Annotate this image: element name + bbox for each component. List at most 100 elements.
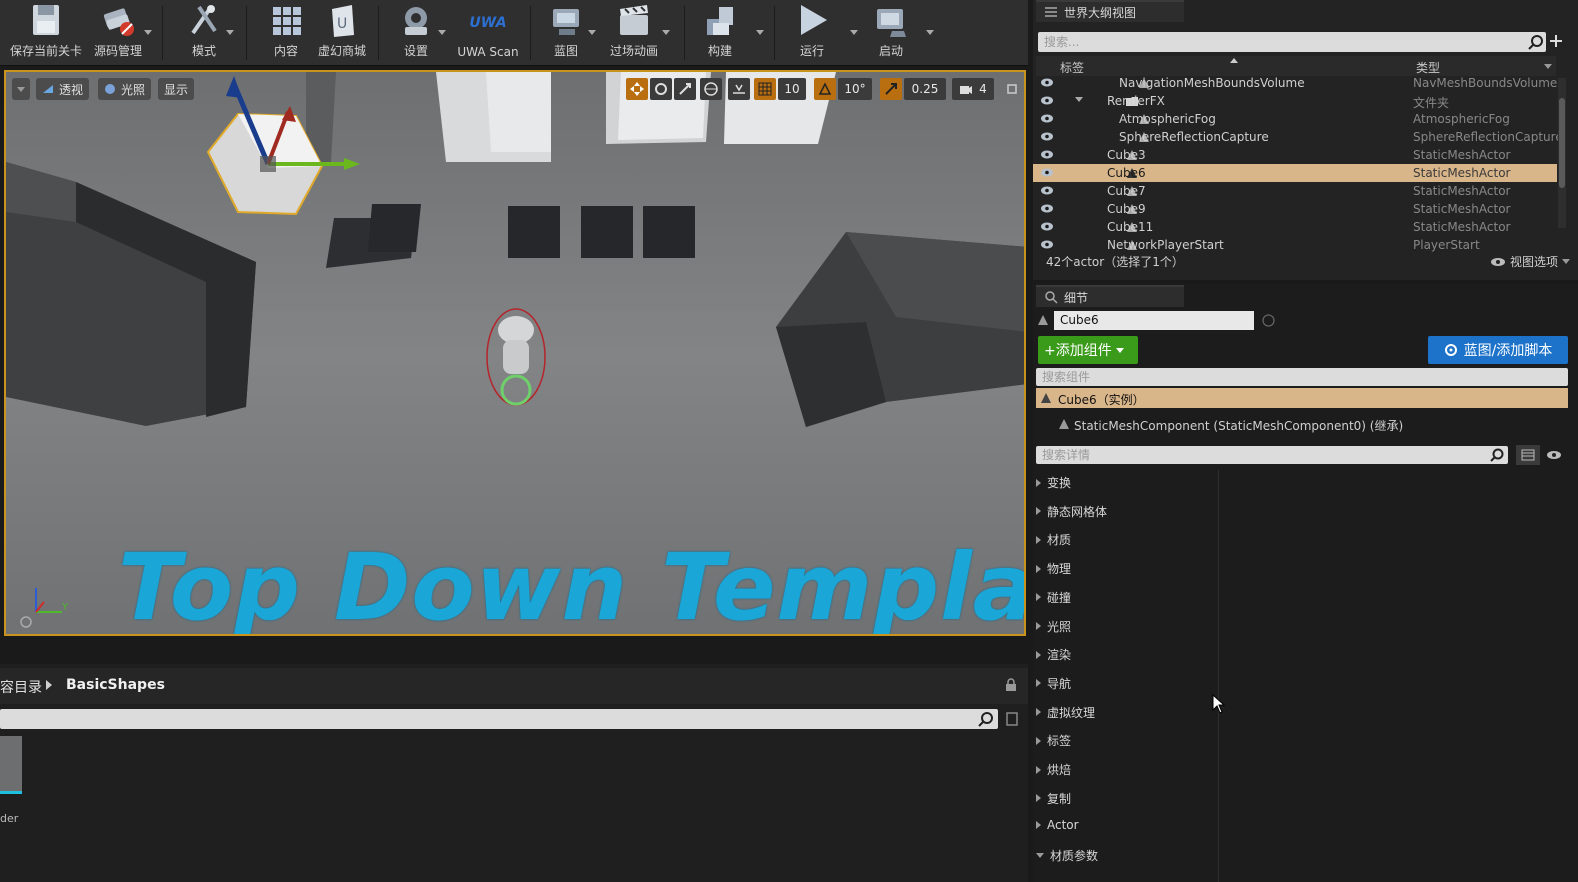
add-component-button[interactable]: +添加组件: [1038, 336, 1138, 364]
visibility-eye-icon[interactable]: [1040, 149, 1054, 160]
outliner-row[interactable]: Cube6 StaticMeshActor: [1033, 164, 1557, 182]
details-category[interactable]: 复制: [1036, 790, 1071, 807]
visibility-eye-icon[interactable]: [1040, 95, 1054, 106]
rotate-tool-button[interactable]: [650, 78, 672, 100]
marketplace-button[interactable]: U 虚幻商城: [312, 2, 372, 64]
details-category[interactable]: 渲染: [1036, 646, 1071, 663]
camera-speed-button[interactable]: 4: [952, 78, 994, 100]
visibility-eye-icon[interactable]: [1040, 167, 1054, 178]
save-level-button[interactable]: 保存当前关卡: [8, 2, 84, 64]
cinematics-button[interactable]: 过场动画: [606, 2, 662, 64]
visibility-eye-icon[interactable]: [1040, 239, 1054, 250]
expand-arrow-icon[interactable]: [1075, 97, 1083, 102]
view-options-button[interactable]: 视图选项: [1490, 253, 1571, 270]
details-category[interactable]: 导航: [1036, 675, 1071, 692]
view-mode-button[interactable]: 透视: [36, 78, 90, 100]
details-category[interactable]: 材质参数: [1036, 847, 1098, 864]
component-row[interactable]: StaticMeshComponent (StaticMeshComponent…: [1036, 414, 1568, 434]
outliner-row[interactable]: NavigationMeshBoundsVolume NavMeshBoundsV…: [1033, 74, 1557, 92]
rotation-snap-toggle[interactable]: [814, 78, 836, 100]
translate-tool-button[interactable]: [626, 78, 648, 100]
breadcrumb-current[interactable]: BasicShapes: [66, 677, 165, 693]
outliner-row[interactable]: Cube9 StaticMeshActor: [1033, 200, 1557, 218]
details-category[interactable]: 材质: [1036, 531, 1071, 548]
play-button[interactable]: 运行: [790, 2, 834, 64]
details-column-divider[interactable]: [1218, 470, 1219, 882]
lighting-button[interactable]: 光照: [98, 78, 152, 100]
grid-icon: [1521, 449, 1535, 461]
outliner-row[interactable]: AtmosphericFog AtmosphericFog: [1033, 110, 1557, 128]
outliner-row[interactable]: Cube7 StaticMeshActor: [1033, 182, 1557, 200]
chevron-down-icon[interactable]: [756, 30, 764, 35]
chevron-down-icon[interactable]: [850, 30, 858, 35]
chevron-down-icon[interactable]: [1544, 64, 1552, 69]
details-category[interactable]: 物理: [1036, 560, 1071, 577]
scale-snap-value[interactable]: 0.25: [904, 78, 946, 100]
search-details-input[interactable]: 搜索详情: [1036, 446, 1508, 464]
details-category[interactable]: 虚拟纹理: [1036, 704, 1095, 721]
blueprint-add-script-button[interactable]: 蓝图/添加脚本: [1428, 336, 1568, 364]
rotation-snap-value[interactable]: 10°: [838, 78, 872, 100]
chevron-down-icon[interactable]: [662, 30, 670, 35]
chevron-down-icon[interactable]: [438, 30, 446, 35]
visibility-eye-icon[interactable]: [1040, 113, 1054, 124]
modes-button[interactable]: 模式: [178, 2, 230, 64]
details-category[interactable]: 变换: [1036, 474, 1071, 491]
property-matrix-button[interactable]: [1516, 445, 1540, 465]
scale-snap-toggle[interactable]: [880, 78, 902, 100]
settings-button[interactable]: 设置: [392, 2, 440, 64]
outliner-row-type: 文件夹: [1413, 96, 1450, 110]
tab-details[interactable]: 细节: [1036, 285, 1184, 307]
show-button[interactable]: 显示: [158, 78, 195, 100]
grid-snap-toggle[interactable]: [754, 78, 776, 100]
details-category[interactable]: 标签: [1036, 732, 1071, 749]
visibility-eye-icon[interactable]: [1040, 221, 1054, 232]
outliner-row[interactable]: SphereReflectionCapture SphereReflectionC…: [1033, 128, 1563, 146]
blueprints-button[interactable]: 蓝图: [542, 2, 590, 64]
visibility-eye-icon[interactable]: [1040, 131, 1054, 142]
grid-snap-value[interactable]: 10: [778, 78, 806, 100]
outliner-row[interactable]: RenderFX 文件夹: [1033, 92, 1557, 110]
eye-icon[interactable]: [1546, 450, 1562, 460]
chevron-down-icon[interactable]: [144, 30, 152, 35]
viewport-options-button[interactable]: [12, 78, 30, 100]
visibility-eye-icon[interactable]: [1040, 203, 1054, 214]
visibility-eye-icon[interactable]: [1040, 77, 1054, 88]
details-category[interactable]: Actor: [1036, 818, 1079, 832]
uwa-scan-button[interactable]: UWA UWA Scan: [456, 2, 520, 64]
add-actor-icon[interactable]: [1550, 33, 1566, 49]
save-search-icon[interactable]: [1006, 712, 1018, 726]
chevron-down-icon[interactable]: [226, 30, 234, 35]
outliner-row[interactable]: Cube11 StaticMeshActor: [1033, 218, 1557, 236]
outliner-search-input[interactable]: 搜索...: [1038, 32, 1546, 52]
scale-tool-button[interactable]: [674, 78, 696, 100]
lock-icon[interactable]: [1004, 678, 1018, 692]
surface-snap-button[interactable]: [728, 78, 750, 100]
search-components-input[interactable]: 搜索组件: [1036, 368, 1568, 386]
visibility-eye-icon[interactable]: [1040, 185, 1054, 196]
chevron-down-icon[interactable]: [588, 30, 596, 35]
tab-world-outliner[interactable]: 世界大纲视图: [1036, 0, 1184, 22]
coordinate-system-button[interactable]: [700, 78, 722, 100]
chevron-down-icon[interactable]: [926, 30, 934, 35]
scrollbar-thumb[interactable]: [1559, 98, 1565, 188]
details-category[interactable]: 烘焙: [1036, 761, 1071, 778]
build-button[interactable]: 构建: [698, 2, 742, 64]
help-icon[interactable]: [1262, 314, 1275, 327]
details-category[interactable]: 静态网格体: [1036, 503, 1107, 520]
breadcrumb-root[interactable]: 容目录: [0, 677, 42, 697]
outliner-row[interactable]: NetworkPlayerStart PlayerStart: [1033, 236, 1557, 254]
level-viewport[interactable]: 透视 光照 显示 10 10° 0.25 4 Top Down Template: [4, 70, 1026, 636]
content-button[interactable]: 内容: [262, 2, 310, 64]
outliner-row[interactable]: Cube3 StaticMeshActor: [1033, 146, 1557, 164]
outliner-scrollbar[interactable]: [1558, 78, 1566, 228]
content-search-input[interactable]: [0, 709, 998, 729]
details-category[interactable]: 光照: [1036, 618, 1071, 635]
source-control-button[interactable]: 源码管理: [88, 2, 148, 64]
details-category[interactable]: 碰撞: [1036, 589, 1071, 606]
launch-button[interactable]: 启动: [866, 2, 916, 64]
maximize-viewport-button[interactable]: [1004, 78, 1020, 100]
asset-thumbnail[interactable]: [0, 736, 22, 794]
component-instance-row[interactable]: Cube6（实例）: [1036, 388, 1568, 408]
actor-name-input[interactable]: Cube6: [1054, 311, 1254, 330]
